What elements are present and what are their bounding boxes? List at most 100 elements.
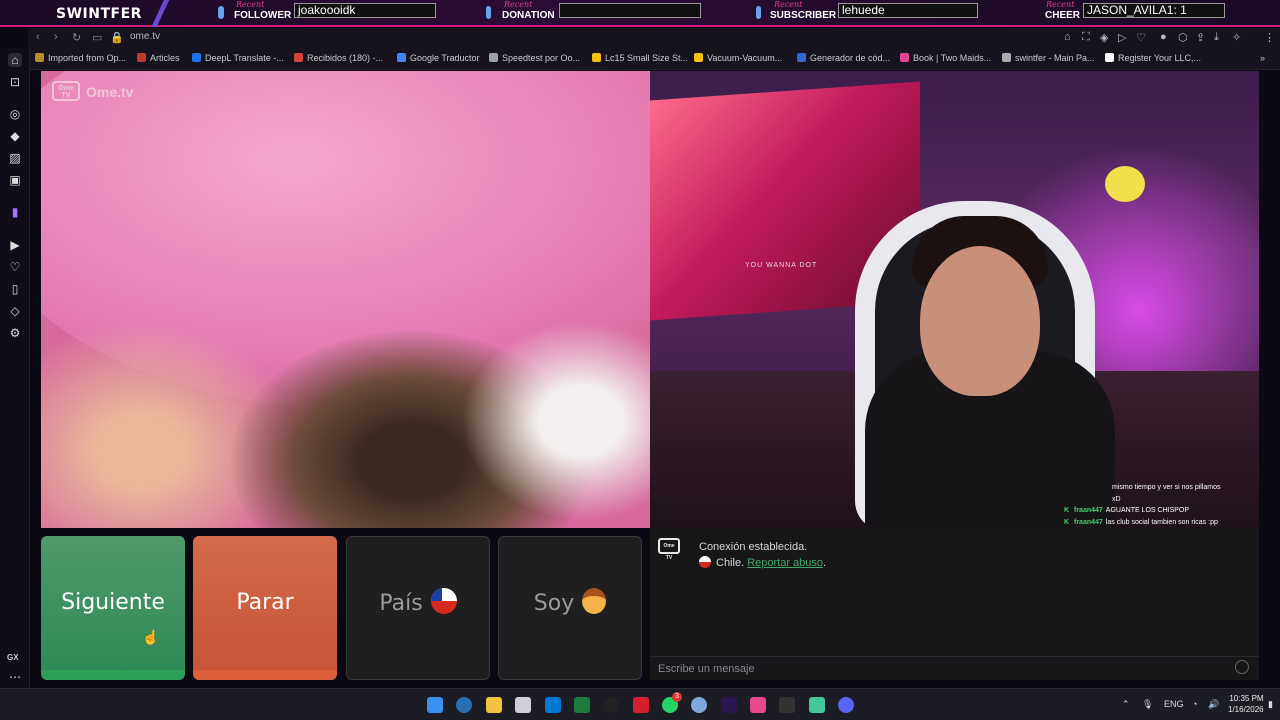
tray-expand-icon[interactable]: ⌃	[1122, 699, 1130, 710]
bookmark-icon	[694, 53, 703, 62]
ai-icon[interactable]: ✧	[1232, 31, 1241, 44]
stop-button[interactable]: Parar	[193, 536, 337, 680]
bookmark-item[interactable]: Register Your LLC,...	[1105, 53, 1201, 63]
discord-icon[interactable]	[838, 697, 854, 713]
extension-icon[interactable]: ●	[1160, 31, 1167, 43]
bookmark-item[interactable]: Speedtest por Oo...	[489, 53, 580, 63]
opera-gx-icon[interactable]	[456, 697, 472, 713]
kick-badge-icon: K	[1064, 518, 1070, 526]
clock[interactable]: 10:35 PM 1/16/2026	[1228, 693, 1264, 715]
whatsapp-badge: 3	[672, 692, 682, 702]
chat-text: xD	[1112, 495, 1121, 503]
bookmark-item[interactable]: Articles	[137, 53, 180, 63]
home-icon[interactable]: ⌂	[8, 53, 22, 67]
twitch-icon[interactable]: ▮	[8, 205, 22, 219]
messenger-icon[interactable]: ▣	[8, 173, 22, 187]
settings-icon[interactable]: ⚙	[8, 326, 22, 340]
heart-icon[interactable]: ♡	[8, 260, 22, 274]
microphone-icon[interactable]: 🎙	[1142, 699, 1153, 710]
gender-button[interactable]: Soy	[498, 536, 642, 680]
sheets-icon[interactable]	[574, 697, 590, 713]
store-icon[interactable]	[515, 697, 531, 713]
bookmark-item[interactable]: Lc15 Small Size St...	[592, 53, 688, 63]
camera-icon[interactable]: ▭	[92, 31, 102, 44]
bookmark-label: Articles	[150, 53, 180, 63]
next-label: Siguiente	[61, 590, 165, 615]
extensions-icon[interactable]: ◇	[8, 304, 22, 318]
recent-subscriber-caption: Recent	[774, 0, 803, 9]
media-icon[interactable]	[750, 697, 766, 713]
more-bookmarks-icon[interactable]: »	[1260, 53, 1265, 63]
speedtest-icon	[489, 53, 498, 62]
file-explorer-icon[interactable]	[486, 697, 502, 713]
gamepad-icon[interactable]: ⊡	[8, 75, 22, 89]
ometv-small-logo: Ome TV	[658, 538, 680, 561]
language-indicator[interactable]: ENG	[1164, 699, 1184, 709]
forward-icon[interactable]: ›	[54, 31, 58, 43]
stream-brand: SWINTFER	[56, 6, 142, 22]
share-icon[interactable]: ⇪	[1196, 31, 1205, 44]
chat-message: Kfraan447 las club social tambien son ric…	[1064, 517, 1264, 529]
bookmark-item[interactable]: Recibidos (180) -...	[294, 53, 383, 63]
g-hub-icon[interactable]	[603, 697, 619, 713]
download-icon[interactable]: ⤓	[1214, 31, 1219, 44]
puzzle-icon[interactable]: ⬡	[1178, 31, 1188, 44]
network-app-icon[interactable]	[691, 697, 707, 713]
wifi-icon[interactable]: ◔	[1192, 699, 1197, 709]
recent-donation-caption: Recent	[504, 0, 533, 9]
bookmark-item[interactable]: Imported from Op...	[35, 53, 126, 63]
recent-subscriber-label: SUBSCRIBER	[770, 10, 837, 21]
chat-username: fraan447	[1074, 518, 1103, 526]
chat-message: xD	[1064, 494, 1264, 506]
pinboard-icon[interactable]: ▨	[8, 151, 22, 165]
gx-label[interactable]: GX	[7, 653, 19, 662]
next-button[interactable]: Siguiente	[41, 536, 185, 680]
bookmark-item[interactable]: swintfer - Main Pa...	[1002, 53, 1095, 63]
more-icon[interactable]: ⋯	[8, 670, 22, 684]
chile-flag-icon	[699, 556, 711, 568]
bookmark-label: DeepL Translate -...	[205, 53, 284, 63]
obs-icon[interactable]	[809, 697, 825, 713]
reload-icon[interactable]: ↻	[72, 31, 81, 44]
notification-icon[interactable]: ▮	[1268, 699, 1273, 710]
player-icon[interactable]: ▶	[8, 238, 22, 252]
bookmark-item[interactable]: Vacuum-Vacuum...	[694, 53, 782, 63]
volume-icon[interactable]: 🔊	[1208, 699, 1219, 710]
mouse-cursor-icon: ☝	[142, 629, 160, 645]
recent-cheer-caption: Recent	[1046, 0, 1075, 9]
diamond-icon[interactable]: ◆	[8, 129, 22, 143]
report-period: .	[823, 557, 827, 569]
play-icon[interactable]: ▷	[1118, 31, 1126, 44]
shield-icon[interactable]: ◈	[1100, 31, 1108, 44]
bookmark-item[interactable]: Generador de cód...	[797, 53, 890, 63]
premiere-icon[interactable]	[721, 697, 737, 713]
bolt-icon[interactable]	[633, 697, 649, 713]
start-icon[interactable]	[427, 697, 443, 713]
menu-icon[interactable]: ⋮	[1264, 31, 1275, 44]
heart-icon[interactable]: ♡	[1136, 31, 1146, 44]
message-input[interactable]: Escribe un mensaje	[650, 656, 1259, 680]
gmail-icon	[294, 53, 303, 62]
notes-icon[interactable]: ▯	[8, 282, 22, 296]
bookmark-label: Book | Two Maids...	[913, 53, 992, 63]
country-label: País	[379, 591, 423, 616]
date-text: 1/16/2026	[1228, 705, 1264, 714]
app-icon[interactable]	[779, 697, 795, 713]
speed-dial-icon[interactable]: ◎	[8, 107, 22, 121]
bookmark-item[interactable]: Google Traductor	[397, 53, 480, 63]
back-icon[interactable]: ‹	[36, 31, 40, 43]
chat-text: AGUANTE LOS CHISPOP	[1105, 507, 1190, 514]
recent-follower-value: joakoooidk	[294, 3, 436, 18]
emoji-icon[interactable]	[1235, 660, 1249, 674]
url-text[interactable]: ome.tv	[130, 31, 160, 42]
browser-sidebar: ⌂ ⊡ ◎ ◆ ▨ ▣ ▮ ▶ ♡ ▯ ◇ ⚙	[0, 48, 30, 688]
pin-icon[interactable]: ⌂	[1064, 31, 1071, 43]
chile-flag-icon	[430, 588, 457, 614]
report-abuse-link[interactable]: Reportar abuso	[747, 557, 823, 569]
outlook-icon[interactable]	[545, 697, 561, 713]
country-button[interactable]: País	[346, 536, 490, 680]
bookmark-item[interactable]: DeepL Translate -...	[192, 53, 284, 63]
bookmark-label: Lc15 Small Size St...	[605, 53, 689, 63]
snapshot-icon[interactable]: ⛶	[1082, 31, 1090, 44]
bookmark-item[interactable]: Book | Two Maids...	[900, 53, 991, 63]
